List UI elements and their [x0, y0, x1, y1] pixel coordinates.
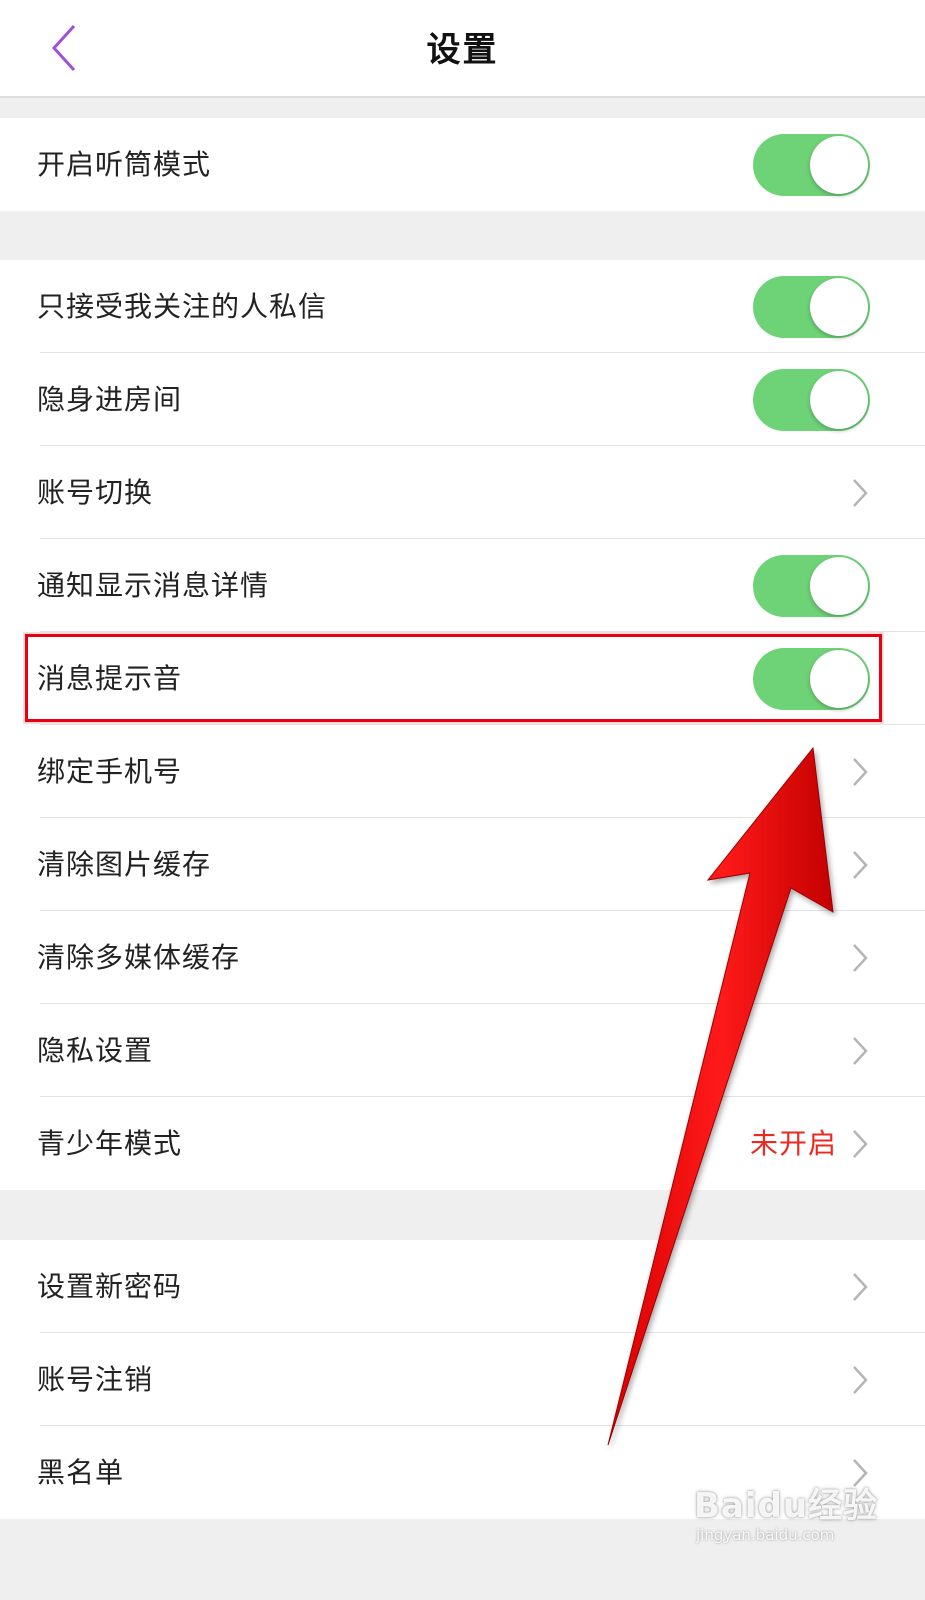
- settings-group-2: 只接受我关注的人私信 隐身进房间 账号切换 通知显示消息详情 消息提示音 绑定手…: [0, 260, 925, 1190]
- toggle-knob: [810, 278, 868, 336]
- invisible-enter-room-toggle[interactable]: [753, 369, 870, 431]
- setting-label: 账号切换: [37, 476, 154, 509]
- chevron-right-icon: [853, 1130, 868, 1158]
- setting-row-followed-only-dm: 只接受我关注的人私信: [0, 260, 925, 353]
- chevron-right-icon: [853, 1273, 868, 1301]
- watermark-url: jingyan.baidu.com: [696, 1526, 835, 1544]
- toggle-knob: [810, 136, 868, 194]
- setting-label: 开启听筒模式: [37, 148, 212, 181]
- toggle-knob: [810, 650, 868, 708]
- navigation-bar: 设置: [0, 0, 925, 98]
- setting-row-invisible-enter-room: 隐身进房间: [0, 353, 925, 446]
- setting-row-new-password[interactable]: 设置新密码: [0, 1240, 925, 1333]
- baidu-watermark: Baidu经验 jingyan.baidu.com: [690, 1470, 910, 1560]
- setting-row-delete-account[interactable]: 账号注销: [0, 1333, 925, 1426]
- setting-row-switch-account[interactable]: 账号切换: [0, 446, 925, 539]
- watermark-logo: Baidu经验: [694, 1486, 879, 1526]
- setting-row-clear-media-cache[interactable]: 清除多媒体缓存: [0, 911, 925, 1004]
- message-sound-toggle[interactable]: [753, 648, 870, 710]
- followed-only-dm-toggle[interactable]: [753, 276, 870, 338]
- earpiece-mode-toggle[interactable]: [753, 134, 870, 196]
- setting-label: 账号注销: [37, 1363, 154, 1396]
- setting-label: 清除多媒体缓存: [37, 941, 241, 974]
- setting-label: 隐私设置: [37, 1034, 154, 1067]
- setting-row-clear-image-cache[interactable]: 清除图片缓存: [0, 818, 925, 911]
- setting-label: 隐身进房间: [37, 383, 183, 416]
- setting-label: 清除图片缓存: [37, 848, 212, 881]
- setting-row-bind-phone[interactable]: 绑定手机号: [0, 725, 925, 818]
- page-title: 设置: [426, 30, 499, 70]
- setting-row-earpiece-mode: 开启听筒模式: [0, 118, 925, 211]
- setting-label: 黑名单: [37, 1456, 125, 1489]
- setting-label: 只接受我关注的人私信: [37, 290, 328, 323]
- chevron-right-icon: [853, 758, 868, 786]
- setting-row-teen-mode[interactable]: 青少年模式 未开启: [0, 1097, 925, 1190]
- notification-details-toggle[interactable]: [753, 555, 870, 617]
- teen-mode-status: 未开启: [749, 1127, 837, 1160]
- setting-label: 青少年模式: [37, 1127, 183, 1160]
- setting-row-notification-details: 通知显示消息详情: [0, 539, 925, 632]
- chevron-right-icon: [853, 944, 868, 972]
- chevron-right-icon: [853, 479, 868, 507]
- setting-label: 通知显示消息详情: [37, 569, 270, 602]
- setting-label: 消息提示音: [37, 662, 183, 695]
- settings-group-1: 开启听筒模式: [0, 118, 925, 211]
- setting-label: 设置新密码: [37, 1270, 183, 1303]
- toggle-knob: [810, 557, 868, 615]
- setting-label: 绑定手机号: [37, 755, 183, 788]
- setting-row-message-sound: 消息提示音: [0, 632, 925, 725]
- chevron-right-icon: [853, 1366, 868, 1394]
- chevron-right-icon: [853, 1037, 868, 1065]
- chevron-right-icon: [853, 851, 868, 879]
- toggle-knob: [810, 371, 868, 429]
- setting-row-privacy[interactable]: 隐私设置: [0, 1004, 925, 1097]
